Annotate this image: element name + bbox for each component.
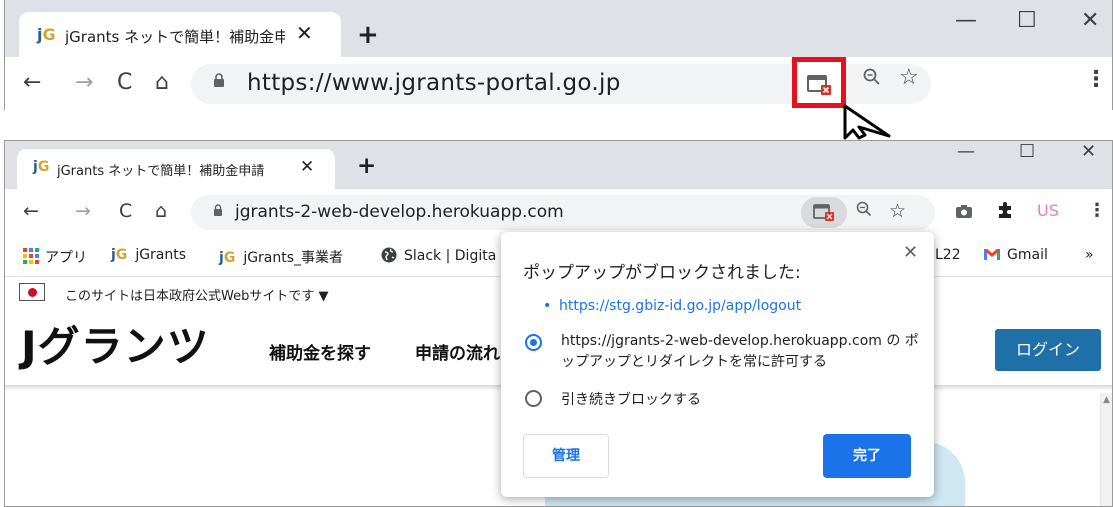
- page-scrollbar[interactable]: [1100, 393, 1112, 506]
- new-tab-button[interactable]: +: [357, 153, 376, 179]
- home-icon[interactable]: ⌂: [155, 200, 167, 222]
- zoom-icon[interactable]: [856, 201, 872, 222]
- apps-grid-icon: [23, 248, 39, 264]
- browser-toolbar: ← → C ⌂ jgrants-2-web-develop.herokuapp.…: [5, 189, 1112, 237]
- government-notice[interactable]: このサイトは日本政府公式Webサイトです ▼: [65, 285, 328, 304]
- blocked-popup-link[interactable]: https://stg.gbiz-id.go.jp/app/logout: [559, 298, 801, 314]
- option-block-label[interactable]: 引き続きブロックする: [561, 389, 701, 409]
- maximize-button[interactable]: ☐: [1019, 141, 1035, 162]
- jgrants-favicon: jG: [111, 247, 128, 263]
- tab-strip: jG jGrants ネットで簡単！補助金申請 ✕ + — ☐ ✕: [5, 141, 1112, 191]
- jgrants-favicon: jG: [33, 159, 50, 175]
- radio-block[interactable]: [525, 390, 542, 407]
- back-icon[interactable]: ←: [23, 70, 41, 95]
- tab-jgrants[interactable]: jG jGrants ネットで簡単！補助金申請 ✕: [19, 12, 341, 59]
- bookmark-l22[interactable]: L22: [935, 247, 961, 263]
- globe-icon: [381, 247, 397, 263]
- bookmark-star-icon[interactable]: ☆: [899, 65, 919, 90]
- tab-strip: jG jGrants ネットで簡単！補助金申請 ✕ + — ☐ ✕: [5, 0, 1112, 59]
- zoom-icon[interactable]: [863, 67, 881, 91]
- bullet-icon: •: [543, 298, 552, 314]
- chrome-menu-icon[interactable]: ⋮: [1088, 200, 1106, 221]
- dialog-close-icon[interactable]: ✕: [903, 242, 918, 263]
- home-icon[interactable]: ⌂: [155, 70, 169, 95]
- popup-blocked-dialog: ポップアップがブロックされました: ✕ • https://stg.gbiz-i…: [501, 232, 934, 497]
- tab-jgrants[interactable]: jG jGrants ネットで簡単！補助金申請 ✕: [17, 149, 335, 191]
- nav-application-flow[interactable]: 申請の流れ: [415, 339, 500, 364]
- lock-icon[interactable]: [213, 204, 223, 221]
- manage-button[interactable]: 管理: [523, 434, 609, 478]
- login-button[interactable]: ログイン: [995, 329, 1101, 371]
- bookmark-label: アプリ: [45, 250, 87, 266]
- close-window-button[interactable]: ✕: [1081, 8, 1099, 33]
- option-allow-label[interactable]: https://jgrants-2-web-develop.herokuapp.…: [561, 331, 929, 373]
- popup-blocked-icon: [813, 204, 834, 221]
- forward-icon[interactable]: →: [75, 70, 93, 95]
- url-text[interactable]: https://www.jgrants-portal.go.jp: [247, 70, 621, 96]
- bookmark-label: jGrants: [135, 247, 187, 263]
- scroll-up-arrow-icon[interactable]: ▲: [1103, 395, 1110, 405]
- japan-flag-icon: [19, 283, 45, 301]
- tab-title: jGrants ネットで簡単！補助金申請: [57, 164, 265, 179]
- popup-blocked-icon-highlighted[interactable]: [792, 57, 846, 108]
- popup-blocked-button[interactable]: [801, 197, 847, 228]
- done-button[interactable]: 完了: [823, 434, 911, 478]
- bookmark-star-icon[interactable]: ☆: [889, 200, 906, 222]
- dialog-title: ポップアップがブロックされました:: [523, 263, 801, 283]
- bookmark-gmail[interactable]: Gmail: [983, 247, 1048, 263]
- bookmark-label: Gmail: [1007, 247, 1048, 263]
- maximize-button[interactable]: ☐: [1017, 8, 1037, 33]
- reload-icon[interactable]: C: [117, 70, 132, 95]
- radio-allow[interactable]: [525, 334, 542, 351]
- bookmark-label: jGrants_事業者: [243, 250, 344, 266]
- bookmark-apps[interactable]: アプリ: [23, 247, 87, 267]
- browser-toolbar: ← → C ⌂ https://www.jgrants-portal.go.jp…: [5, 57, 1112, 110]
- top-browser-window: jG jGrants ネットで簡単！補助金申請 ✕ + — ☐ ✕ ← → C …: [4, 0, 1113, 110]
- back-icon[interactable]: ←: [23, 200, 39, 222]
- forward-icon[interactable]: →: [75, 200, 91, 222]
- mouse-cursor-icon: [843, 104, 891, 140]
- jgrants-favicon: jG: [37, 25, 56, 44]
- chrome-menu-icon[interactable]: ⋮: [1085, 67, 1107, 92]
- bookmark-slack[interactable]: Slack | Digita: [381, 247, 496, 264]
- url-text[interactable]: jgrants-2-web-develop.herokuapp.com: [235, 202, 564, 222]
- camera-icon[interactable]: [955, 204, 973, 223]
- new-tab-button[interactable]: +: [357, 20, 379, 50]
- reload-icon[interactable]: C: [119, 200, 132, 222]
- nav-search-subsidy[interactable]: 補助金を探す: [269, 339, 371, 364]
- tab-close-icon[interactable]: ✕: [300, 157, 314, 177]
- jgrants-favicon: jG: [219, 250, 236, 266]
- profile-avatar[interactable]: US: [1037, 201, 1059, 220]
- minimize-button[interactable]: —: [955, 8, 977, 33]
- close-window-button[interactable]: ✕: [1081, 141, 1096, 162]
- gmail-icon: [984, 249, 1000, 260]
- popup-blocked-icon[interactable]: [807, 74, 833, 96]
- extensions-puzzle-icon[interactable]: [996, 201, 1014, 224]
- site-logo[interactable]: Jグランツ: [21, 313, 210, 374]
- tab-close-icon[interactable]: ✕: [296, 21, 313, 45]
- minimize-button[interactable]: —: [957, 141, 975, 162]
- bookmark-label: Slack | Digita: [404, 248, 497, 264]
- bookmark-jgrants[interactable]: jG jGrants: [111, 247, 186, 263]
- bookmarks-overflow-button[interactable]: »: [1085, 247, 1094, 263]
- bookmark-jgrants-business[interactable]: jG jGrants_事業者: [219, 247, 343, 267]
- lock-icon[interactable]: [213, 73, 225, 92]
- address-bar[interactable]: jgrants-2-web-develop.herokuapp.com ☆: [191, 195, 935, 230]
- tab-title: jGrants ネットで簡単！補助金申請: [65, 28, 285, 46]
